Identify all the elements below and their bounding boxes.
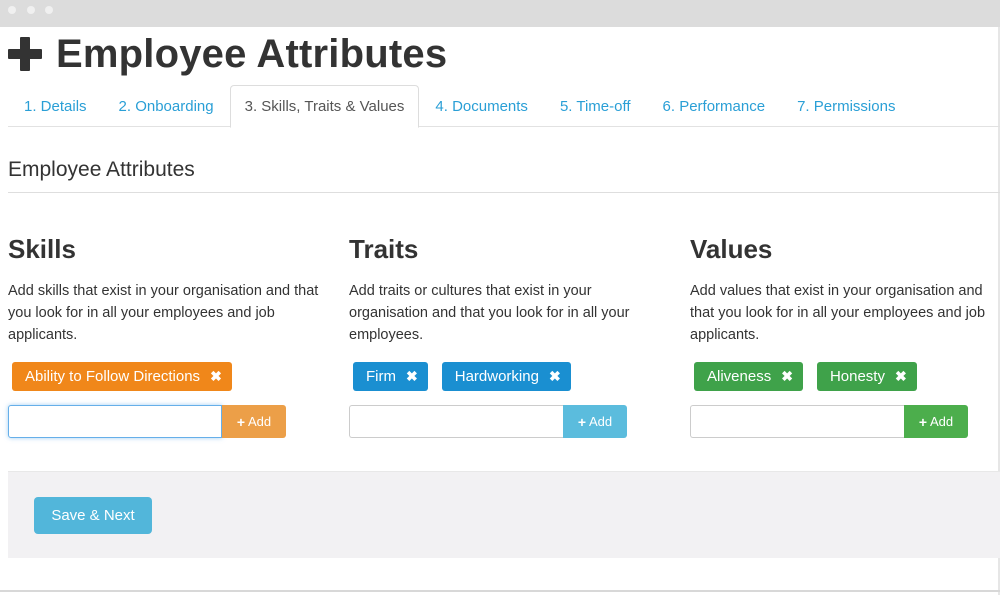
traits-input[interactable]: [349, 405, 563, 438]
skills-tag-list: Ability to Follow Directions ✖: [12, 362, 232, 391]
traits-heading: Traits: [349, 234, 419, 264]
form-footer: Save & Next: [8, 471, 1000, 558]
skill-tag: Ability to Follow Directions ✖: [12, 362, 232, 391]
plus-icon: +: [236, 413, 246, 430]
traits-column: Traits Add traits or cultures that exist…: [349, 232, 669, 438]
tag-label: Aliveness: [707, 368, 772, 385]
remove-tag-icon[interactable]: ✖: [549, 368, 561, 385]
skills-description: Add skills that exist in your organisati…: [8, 283, 319, 343]
page-header: Employee Attributes: [8, 30, 447, 78]
skills-column: Skills Add skills that exist in your org…: [8, 232, 328, 438]
tab-skills-traits-values[interactable]: 3. Skills, Traits & Values: [229, 85, 420, 128]
remove-tag-icon[interactable]: ✖: [781, 368, 793, 385]
tag-label: Firm: [366, 368, 396, 385]
traits-add-row: + Add: [349, 405, 627, 438]
tab-bar: 1. Details 2. Onboarding 3. Skills, Trai…: [8, 85, 1000, 128]
add-skill-button[interactable]: + Add: [222, 405, 286, 438]
save-next-button[interactable]: Save & Next: [34, 497, 152, 534]
values-description: Add values that exist in your organisati…: [690, 283, 986, 343]
tab-documents[interactable]: 4. Documents: [419, 85, 544, 127]
plus-icon: [8, 37, 42, 71]
tab-details[interactable]: 1. Details: [8, 85, 103, 127]
window-titlebar: [0, 0, 1000, 27]
remove-tag-icon[interactable]: ✖: [210, 368, 222, 385]
add-trait-button[interactable]: + Add: [563, 405, 627, 438]
values-heading: Values: [690, 234, 773, 264]
skills-heading: Skills: [8, 234, 76, 264]
value-tag: Aliveness ✖: [694, 362, 803, 391]
window-minimize-dot[interactable]: [27, 6, 35, 14]
values-add-row: + Add: [690, 405, 968, 438]
values-input[interactable]: [690, 405, 904, 438]
window-close-dot[interactable]: [8, 6, 16, 14]
add-value-button[interactable]: + Add: [904, 405, 968, 438]
tab-time-off[interactable]: 5. Time-off: [544, 85, 647, 127]
tag-label: Honesty: [829, 368, 885, 385]
tab-performance[interactable]: 6. Performance: [647, 85, 782, 127]
value-tag: Honesty ✖: [816, 362, 917, 391]
skills-input[interactable]: [8, 405, 222, 438]
tag-label: Ability to Follow Directions: [25, 368, 201, 385]
add-label: Add: [589, 414, 613, 429]
section-title: Employee Attributes: [8, 158, 195, 181]
bottom-divider: [0, 590, 1000, 592]
traits-tag-list: Firm ✖ Hardworking ✖: [353, 362, 571, 391]
add-label: Add: [248, 414, 272, 429]
skills-add-row: + Add: [8, 405, 286, 438]
tab-permissions[interactable]: 7. Permissions: [781, 85, 911, 127]
values-tag-list: Aliveness ✖ Honesty ✖: [694, 362, 917, 391]
remove-tag-icon[interactable]: ✖: [406, 368, 418, 385]
window-maximize-dot[interactable]: [45, 6, 53, 14]
tab-onboarding[interactable]: 2. Onboarding: [103, 85, 230, 127]
plus-icon: +: [577, 413, 587, 430]
trait-tag: Hardworking ✖: [441, 362, 571, 391]
page-title: Employee Attributes: [56, 31, 448, 76]
plus-icon: +: [918, 413, 928, 430]
traits-description: Add traits or cultures that exist in you…: [349, 283, 630, 343]
remove-tag-icon[interactable]: ✖: [895, 368, 907, 385]
tag-label: Hardworking: [454, 368, 539, 385]
values-column: Values Add values that exist in your org…: [690, 232, 1000, 438]
add-label: Add: [930, 414, 954, 429]
trait-tag: Firm ✖: [353, 362, 428, 391]
section-divider: [8, 192, 1000, 193]
